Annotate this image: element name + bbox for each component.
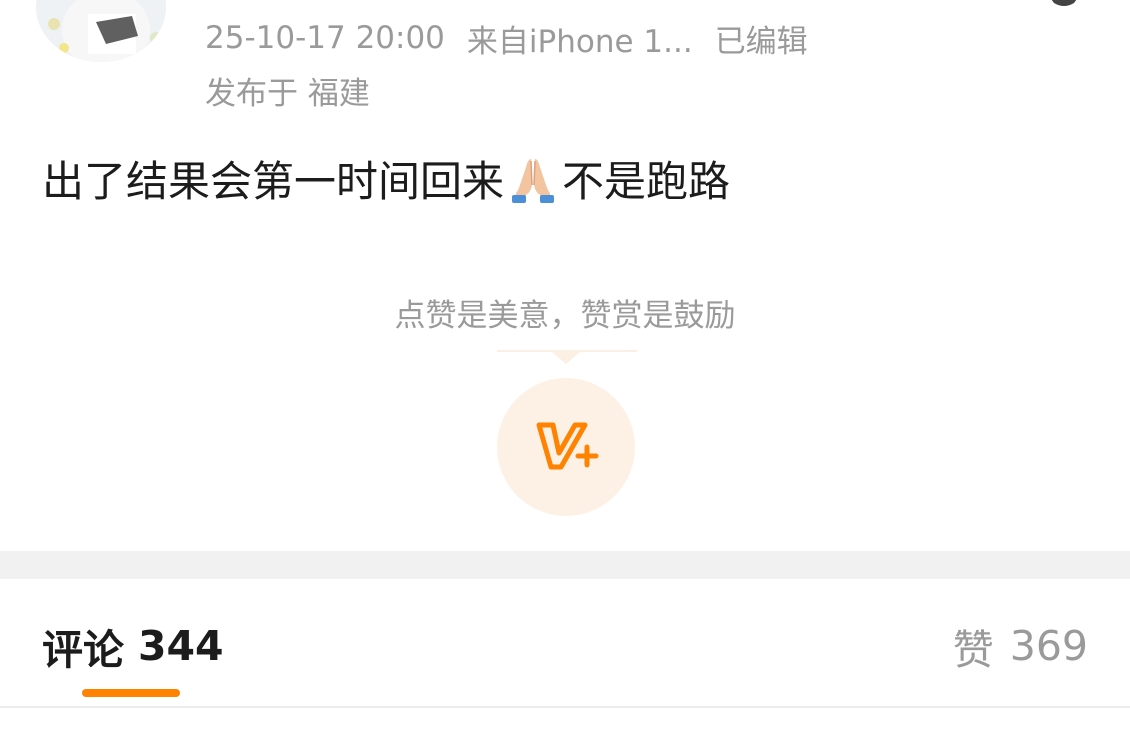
reward-button[interactable] [497,378,635,516]
avatar[interactable] [36,0,166,62]
tab-likes[interactable]: 赞 369 [952,619,1088,674]
reward-hint-pointer [552,352,580,364]
reward-hint-text: 点赞是美意，赞赏是鼓励 [394,298,736,334]
more-options-icon[interactable] [1044,0,1084,8]
post-meta: 25-10-17 20:00 来自iPhone 1... 已编辑 [205,16,808,60]
edited-label[interactable]: 已编辑 [715,16,808,61]
tab-comments[interactable]: 评论 344 [42,619,224,674]
tab-likes-count: 369 [1009,622,1088,670]
active-tab-indicator [82,689,180,697]
folded-hands-icon [508,153,558,203]
post-body: 出了结果会第一时间回来 不是跑路 [42,148,730,208]
tab-comments-count: 344 [138,622,224,670]
post-text-part-2: 不是跑路 [562,156,731,206]
tabs-bottom-border [0,706,1130,708]
tab-likes-label: 赞 [952,626,994,674]
post-timestamp: 25-10-17 20:00 [205,20,445,56]
reward-v-plus-icon [536,422,599,470]
post-detail-page: 25-10-17 20:00 来自iPhone 1... 已编辑 发布于 福建 … [0,0,1130,732]
post-source: 来自iPhone 1... [466,23,693,60]
post-text-part-1: 出了结果会第一时间回来 [42,156,505,206]
tab-comments-label: 评论 [42,626,124,674]
post-location: 发布于 福建 [205,75,370,112]
section-divider [0,551,1130,579]
comment-tabs: 评论 344 赞 369 [0,579,1130,707]
